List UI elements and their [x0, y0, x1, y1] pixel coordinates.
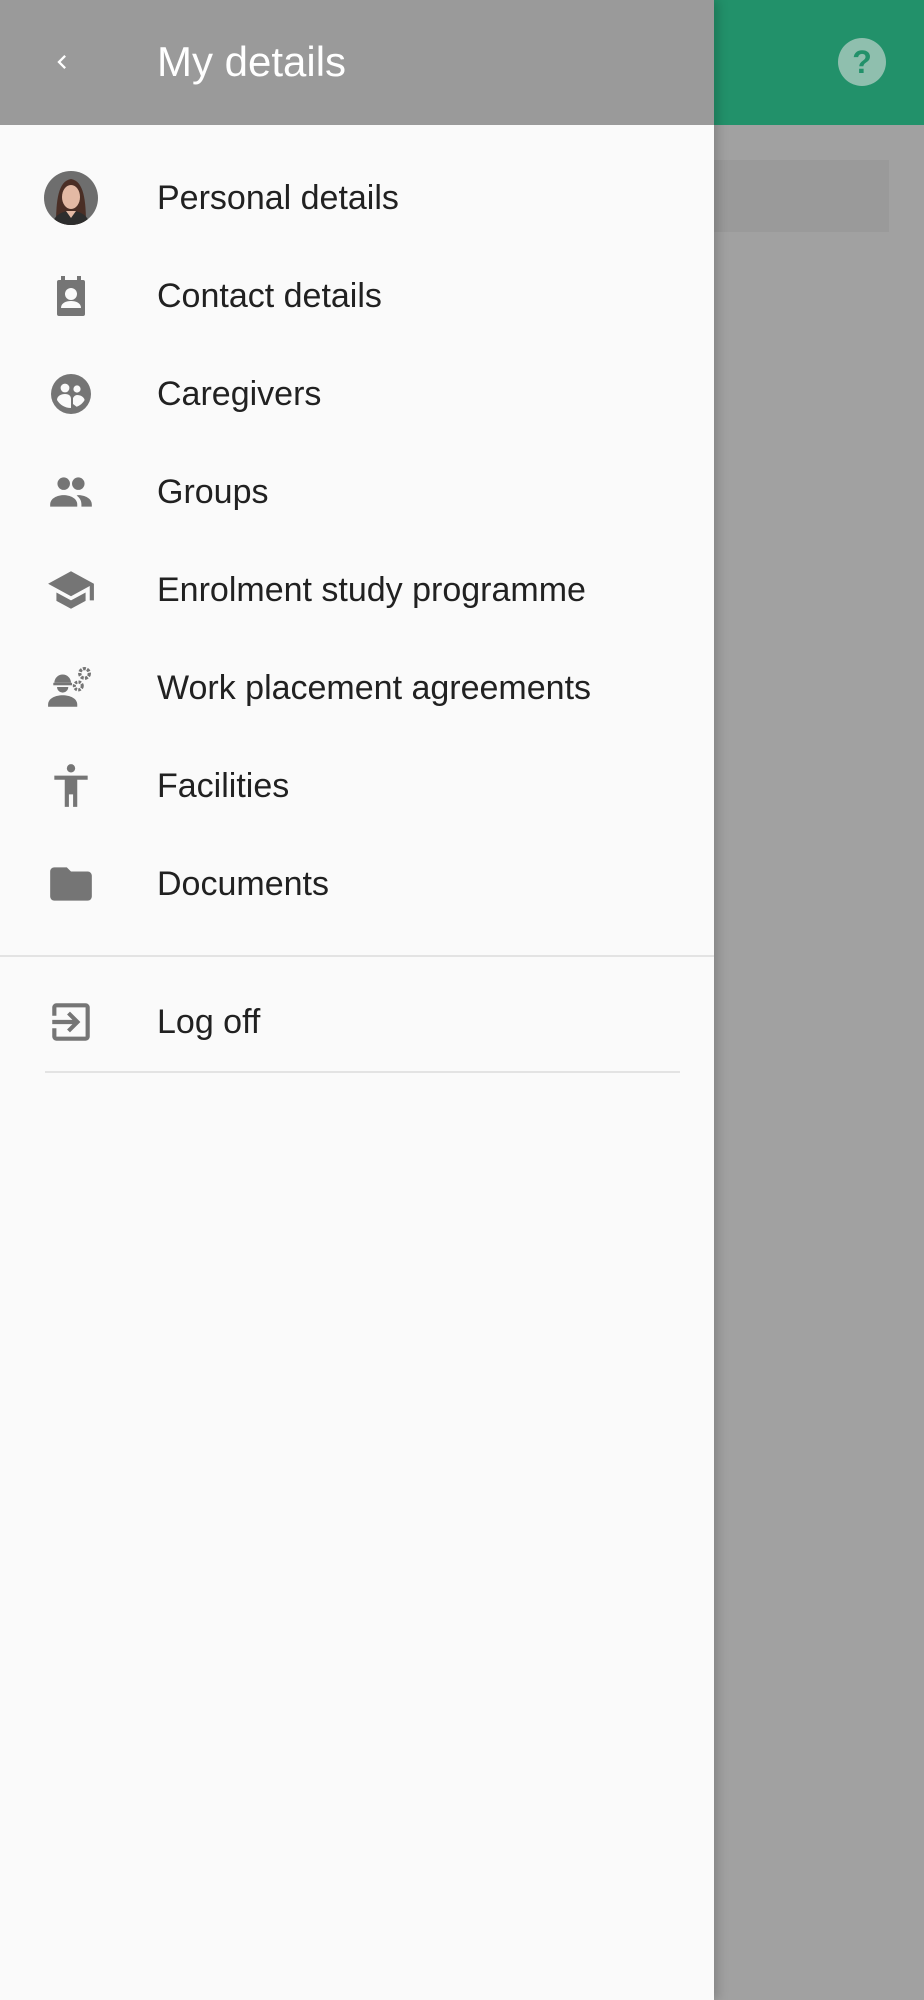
menu-item-personal-details[interactable]: Personal details — [0, 149, 714, 247]
logout-icon — [43, 994, 99, 1050]
menu-item-groups[interactable]: Groups — [0, 443, 714, 541]
back-button[interactable] — [38, 38, 86, 86]
navigation-drawer: My details Personal details Contact deta… — [0, 0, 714, 2000]
menu-item-contact-details[interactable]: Contact details — [0, 247, 714, 345]
menu-label: Documents — [157, 865, 329, 903]
menu-item-log-off[interactable]: Log off — [0, 973, 714, 1071]
menu-label: Work placement agreements — [157, 669, 592, 707]
accessibility-icon — [43, 758, 99, 814]
menu-label: Facilities — [157, 767, 290, 805]
chevron-left-icon — [57, 55, 66, 69]
groups-icon — [43, 464, 99, 520]
menu-item-caregivers[interactable]: Caregivers — [0, 345, 714, 443]
drawer-header: My details — [0, 0, 714, 125]
help-button[interactable]: ? — [838, 38, 886, 86]
menu-label: Enrolment study programme — [157, 571, 586, 609]
avatar — [43, 170, 99, 226]
caregivers-icon — [43, 366, 99, 422]
graduation-cap-icon — [43, 562, 99, 618]
divider — [0, 955, 714, 957]
help-icon: ? — [852, 44, 872, 80]
menu-label: Personal details — [157, 179, 399, 217]
menu-item-documents[interactable]: Documents — [0, 835, 714, 933]
contact-icon — [43, 268, 99, 324]
menu-item-facilities[interactable]: Facilities — [0, 737, 714, 835]
menu-item-enrolment-study-programme[interactable]: Enrolment study programme — [0, 541, 714, 639]
menu-label: Log off — [157, 1003, 261, 1041]
worker-gears-icon — [43, 660, 99, 716]
divider — [45, 1071, 680, 1073]
page-title: My details — [157, 38, 347, 85]
menu-label: Groups — [157, 473, 269, 511]
menu-item-work-placement-agreements[interactable]: Work placement agreements — [0, 639, 714, 737]
menu-label: Caregivers — [157, 375, 322, 413]
folder-icon — [43, 856, 99, 912]
content-field — [700, 160, 889, 232]
menu-label: Contact details — [157, 277, 382, 315]
